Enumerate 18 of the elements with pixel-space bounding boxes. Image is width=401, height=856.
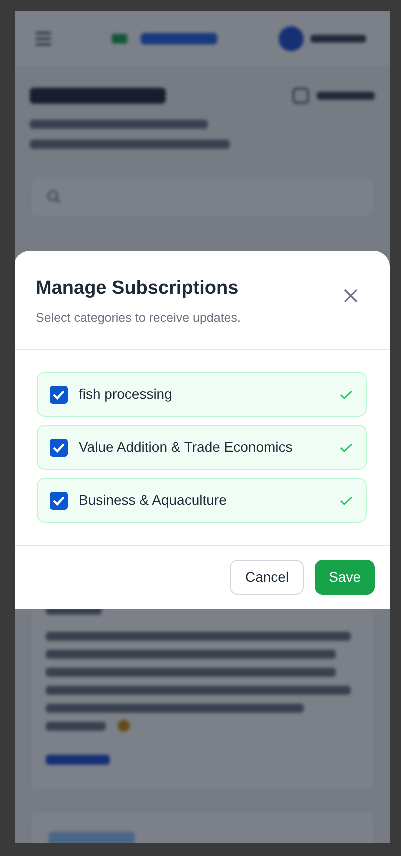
- category-label: Value Addition & Trade Economics: [79, 438, 293, 458]
- checkbox[interactable]: [50, 438, 68, 457]
- category-row[interactable]: fish processing: [37, 372, 367, 418]
- search-icon: [47, 190, 61, 204]
- category-row[interactable]: Business & Aquaculture: [37, 478, 367, 524]
- checkmark-icon: [340, 496, 353, 506]
- category-label: Business & Aquaculture: [79, 491, 227, 510]
- checkmark-icon: [340, 390, 353, 400]
- close-icon[interactable]: [344, 289, 358, 303]
- subscribe-button-drawing[interactable]: [293, 88, 375, 104]
- checkmark-icon: [340, 442, 353, 453]
- checkbox[interactable]: [50, 386, 68, 404]
- category-label: fish processing: [79, 385, 172, 404]
- category-row[interactable]: Value Addition & Trade Economics: [37, 425, 367, 470]
- cancel-button[interactable]: Cancel: [230, 560, 304, 596]
- dialog-subtitle: Select categories to receive updates.: [36, 310, 241, 327]
- checkbox[interactable]: [50, 492, 68, 510]
- dialog-title: Manage Subscriptions: [36, 277, 240, 301]
